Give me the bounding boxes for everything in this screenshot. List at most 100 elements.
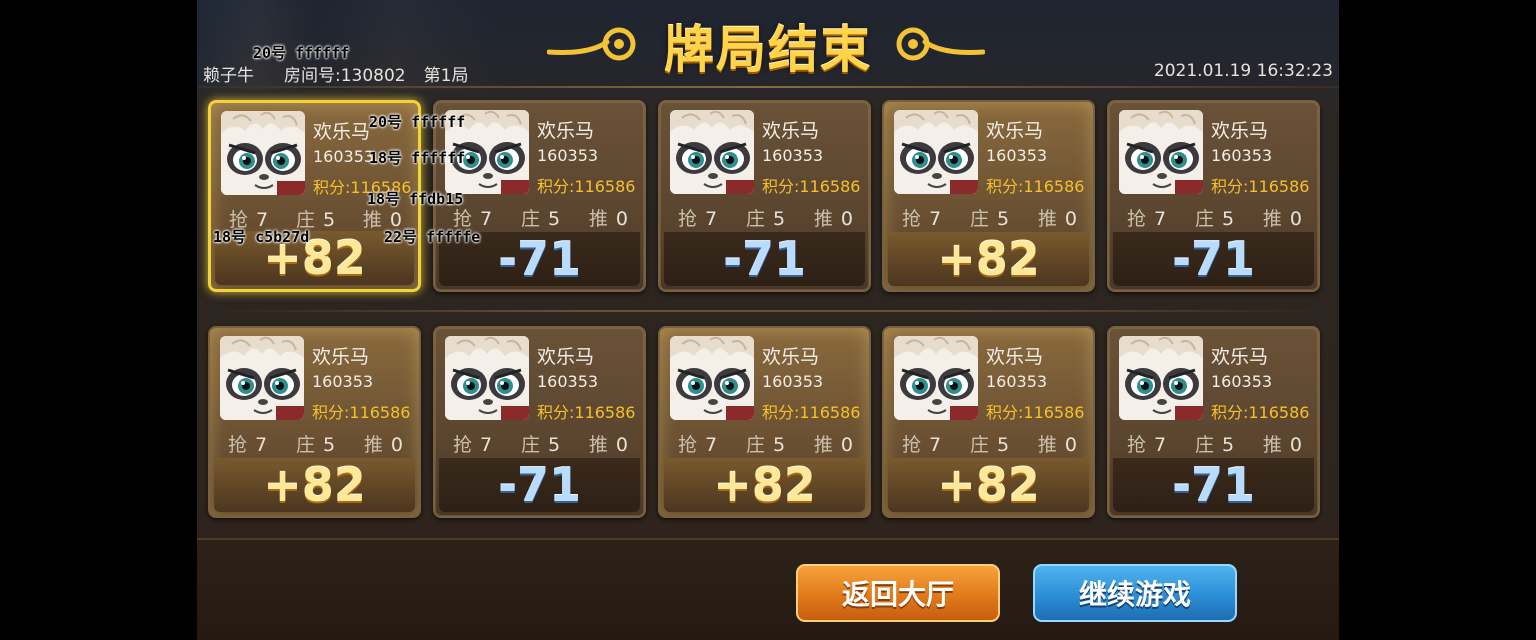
player-id: 160353	[537, 372, 599, 391]
player-id: 160353	[1211, 372, 1273, 391]
stat-qiang: 抢7	[228, 434, 268, 456]
stat-tui: 推0	[363, 434, 403, 456]
stat-tui: 推0	[588, 434, 628, 456]
stat-zhuang: 庄5	[745, 208, 786, 230]
player-points: 积分:116586	[762, 403, 861, 422]
continue-game-button[interactable]: 继续游戏	[1033, 564, 1237, 622]
player-name: 欢乐马	[986, 346, 1044, 368]
stat-qiang: 抢7	[678, 434, 718, 456]
player-points: 积分:116586	[312, 403, 411, 422]
stat-zhuang: 庄5	[295, 434, 336, 456]
stat-qiang: 抢7	[902, 434, 942, 456]
player-id: 160353	[986, 146, 1048, 165]
round-result: -71	[1113, 458, 1314, 512]
player-stats: 抢7 庄5 推0	[222, 430, 409, 456]
player-name: 欢乐马	[1211, 120, 1269, 142]
room-info: 赖子牛 房间号:130802 第1局	[203, 61, 468, 86]
stat-zhuang: 庄5	[1194, 208, 1235, 230]
round-result: +82	[888, 232, 1089, 286]
stat-tui: 推0	[813, 434, 853, 456]
player-stats: 抢7 庄5 推0	[672, 430, 859, 456]
stat-tui: 推0	[1037, 434, 1077, 456]
player-card: 欢乐马 160353 积分:116586 抢7 庄5 推0 -71	[1107, 326, 1320, 518]
player-name: 欢乐马	[537, 120, 595, 142]
stat-tui: 推0	[588, 208, 628, 230]
stat-tui: 推0	[813, 208, 853, 230]
debug-label: 22号 fffffe	[384, 228, 481, 246]
debug-label: 18号 ffdb15	[367, 190, 464, 208]
player-points: 积分:116586	[537, 403, 636, 422]
stat-qiang: 抢7	[678, 208, 718, 230]
avatar	[1119, 336, 1203, 420]
avatar	[670, 110, 754, 194]
cloud-ornament-icon	[896, 27, 985, 61]
stat-zhuang: 庄5	[520, 434, 561, 456]
round-number: 第1局	[423, 66, 469, 86]
player-stats: 抢7 庄5 推0	[896, 430, 1083, 456]
player-stats: 抢7 庄5 推0	[1121, 204, 1308, 230]
avatar	[670, 336, 754, 420]
player-card: 欢乐马 160353 积分:116586 抢7 庄5 推0 -71	[433, 326, 646, 518]
game-result-screen: 牌局结束 赖子牛 房间号:130802 第1局 2021.01.19 16:32…	[197, 0, 1339, 640]
player-name: 欢乐马	[762, 346, 820, 368]
stat-qiang: 抢7	[902, 208, 942, 230]
date-time: 2021.01.19 16:32:23	[1153, 61, 1333, 81]
debug-label: 18号 ffffff	[369, 149, 466, 167]
back-to-lobby-button[interactable]: 返回大厅	[796, 564, 1000, 622]
round-result: +82	[664, 458, 865, 512]
player-name: 欢乐马	[1211, 346, 1269, 368]
avatar	[445, 336, 529, 420]
player-id: 160353	[313, 147, 375, 166]
round-result: +82	[214, 458, 415, 512]
stat-zhuang: 庄5	[969, 434, 1010, 456]
player-name: 欢乐马	[762, 120, 820, 142]
player-name: 欢乐马	[312, 346, 370, 368]
room-number: 房间号:130802	[284, 66, 406, 86]
player-card: 欢乐马 160353 积分:116586 抢7 庄5 推0 -71	[658, 100, 871, 292]
bottom-bar: 返回大厅 继续游戏	[197, 538, 1339, 640]
avatar	[221, 111, 305, 195]
row-divider	[208, 310, 1328, 312]
debug-label: 20号 ffffff	[369, 113, 466, 131]
round-result: +82	[888, 458, 1089, 512]
stat-qiang: 抢7	[1127, 434, 1167, 456]
stat-qiang: 抢7	[453, 434, 493, 456]
player-stats: 抢7 庄5 推0	[447, 430, 634, 456]
player-points: 积分:116586	[762, 177, 861, 196]
player-id: 160353	[537, 146, 599, 165]
player-points: 积分:116586	[1211, 177, 1310, 196]
player-card: 欢乐马 160353 积分:116586 抢7 庄5 推0 +82	[658, 326, 871, 518]
stat-zhuang: 庄5	[520, 208, 561, 230]
avatar	[1119, 110, 1203, 194]
stat-tui: 推0	[1037, 208, 1077, 230]
avatar	[220, 336, 304, 420]
player-id: 160353	[762, 372, 824, 391]
avatar	[894, 336, 978, 420]
stat-tui: 推0	[1262, 434, 1302, 456]
player-id: 160353	[986, 372, 1048, 391]
player-name: 欢乐马	[537, 346, 595, 368]
player-points: 积分:116586	[537, 177, 636, 196]
debug-label: 18号 c5b27d	[213, 228, 310, 246]
player-id: 160353	[762, 146, 824, 165]
player-name: 欢乐马	[986, 120, 1044, 142]
debug-label: 20号 ffffff	[253, 44, 350, 62]
stat-zhuang: 庄5	[969, 208, 1010, 230]
stat-zhuang: 庄5	[1194, 434, 1235, 456]
player-stats: 抢7 庄5 推0	[672, 204, 859, 230]
round-result: -71	[439, 458, 640, 512]
player-stats: 抢7 庄5 推0	[1121, 430, 1308, 456]
player-id: 160353	[312, 372, 374, 391]
game-name: 赖子牛	[203, 66, 254, 86]
player-card: 欢乐马 160353 积分:116586 抢7 庄5 推0 +82	[208, 326, 421, 518]
header-divider	[197, 86, 1339, 88]
player-name: 欢乐马	[313, 121, 371, 143]
player-points: 积分:116586	[986, 177, 1085, 196]
player-card: 欢乐马 160353 积分:116586 抢7 庄5 推0 -71	[1107, 100, 1320, 292]
stat-tui: 推0	[1262, 208, 1302, 230]
stat-zhuang: 庄5	[745, 434, 786, 456]
stat-qiang: 抢7	[1127, 208, 1167, 230]
player-card: 欢乐马 160353 积分:116586 抢7 庄5 推0 +82	[882, 100, 1095, 292]
round-result: -71	[1113, 232, 1314, 286]
player-id: 160353	[1211, 146, 1273, 165]
